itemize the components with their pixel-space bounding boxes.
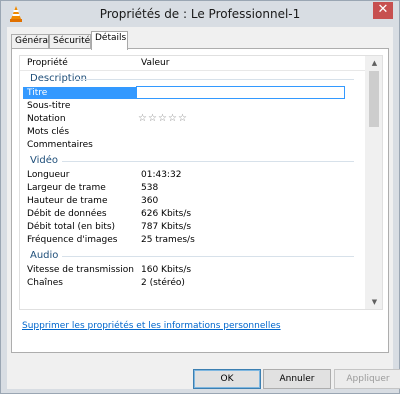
title-value-input[interactable] xyxy=(136,86,345,99)
row-audio-bitrate[interactable]: Vitesse de transmission 160 Kbits/s xyxy=(20,264,366,277)
remove-properties-link[interactable]: Supprimer les propriétés et les informat… xyxy=(22,321,281,331)
property-name: Débit de données xyxy=(27,209,107,219)
row-data-rate[interactable]: Débit de données 626 Kbits/s xyxy=(20,208,366,221)
scrollbar-thumb[interactable] xyxy=(369,71,379,127)
property-value: 25 trames/s xyxy=(141,235,195,245)
close-button[interactable]: ✕ xyxy=(373,2,393,19)
group-divider xyxy=(62,256,354,257)
property-value: 626 Kbits/s xyxy=(141,209,192,219)
scroll-down-icon[interactable]: ▼ xyxy=(366,295,382,309)
property-name: Sous-titre xyxy=(27,101,71,111)
apply-button[interactable]: Appliquer xyxy=(334,369,400,389)
dialog-body: Général Sécurité Détails Propriété Valeu… xyxy=(7,27,400,389)
property-name: Débit total (en bits) xyxy=(27,222,116,232)
star-icon[interactable]: ☆ xyxy=(168,113,178,124)
row-comments[interactable]: Commentaires xyxy=(20,139,366,152)
tab-details[interactable]: Détails xyxy=(91,31,128,50)
star-icon[interactable]: ☆ xyxy=(158,113,168,124)
property-name: Longueur xyxy=(27,170,70,180)
star-icon[interactable]: ☆ xyxy=(148,113,158,124)
group-video: Vidéo xyxy=(20,154,366,168)
row-channels[interactable]: Chaînes 2 (stéréo) xyxy=(20,277,366,290)
rating-stars[interactable]: ☆☆☆☆☆ xyxy=(138,113,188,124)
scroll-up-icon[interactable]: ▲ xyxy=(366,56,382,70)
property-name: Vitesse de transmission xyxy=(27,265,134,275)
row-length[interactable]: Longueur 01:43:32 xyxy=(20,169,366,182)
property-list[interactable]: Propriété Valeur Description Titre Sous-… xyxy=(19,55,383,310)
tab-general[interactable]: Général xyxy=(11,34,50,49)
close-icon: ✕ xyxy=(377,2,389,17)
column-header-property[interactable]: Propriété xyxy=(27,58,68,68)
properties-dialog: Propriétés de : Le Professionnel-1 ✕ Gén… xyxy=(0,0,400,394)
property-name: Hauteur de trame xyxy=(27,196,108,206)
property-name: Chaînes xyxy=(27,278,63,288)
column-headers: Propriété Valeur xyxy=(20,56,366,71)
property-value: 2 (stéréo) xyxy=(141,278,185,288)
row-total-bitrate[interactable]: Débit total (en bits) 787 Kbits/s xyxy=(20,221,366,234)
property-name: Titre xyxy=(23,87,138,99)
row-subtitle[interactable]: Sous-titre xyxy=(20,100,366,113)
row-frame-width[interactable]: Largeur de trame 538 xyxy=(20,182,366,195)
group-label: Audio xyxy=(30,250,59,261)
details-panel: Propriété Valeur Description Titre Sous-… xyxy=(11,48,389,353)
property-name: Fréquence d'images xyxy=(27,235,118,245)
group-divider xyxy=(62,161,354,162)
group-divider xyxy=(74,79,354,80)
group-audio: Audio xyxy=(20,249,366,263)
row-title[interactable]: Titre xyxy=(20,86,366,100)
vertical-scrollbar[interactable]: ▲ ▼ xyxy=(365,56,382,309)
row-frame-height[interactable]: Hauteur de trame 360 xyxy=(20,195,366,208)
row-frame-rate[interactable]: Fréquence d'images 25 trames/s xyxy=(20,234,366,247)
star-icon[interactable]: ☆ xyxy=(138,113,148,124)
group-description: Description xyxy=(20,72,366,86)
star-icon[interactable]: ☆ xyxy=(178,113,188,124)
property-value: 01:43:32 xyxy=(141,170,182,180)
window-title: Propriétés de : Le Professionnel-1 xyxy=(99,7,301,21)
property-name: Notation xyxy=(27,114,66,124)
row-rating[interactable]: Notation ☆☆☆☆☆ xyxy=(20,113,366,126)
property-name: Commentaires xyxy=(27,140,93,150)
cancel-button[interactable]: Annuler xyxy=(263,369,331,389)
property-value: 787 Kbits/s xyxy=(141,222,192,232)
property-value: 538 xyxy=(141,183,159,193)
property-name: Mots clés xyxy=(27,127,70,137)
column-header-value[interactable]: Valeur xyxy=(141,58,169,68)
title-bar[interactable]: Propriétés de : Le Professionnel-1 ✕ xyxy=(1,1,399,27)
tab-security[interactable]: Sécurité xyxy=(49,34,91,49)
property-value: 160 Kbits/s xyxy=(141,265,192,275)
ok-button[interactable]: OK xyxy=(193,369,261,389)
property-name: Largeur de trame xyxy=(27,183,106,193)
property-value: 360 xyxy=(141,196,159,206)
row-keywords[interactable]: Mots clés xyxy=(20,126,366,139)
group-label: Vidéo xyxy=(30,155,59,166)
